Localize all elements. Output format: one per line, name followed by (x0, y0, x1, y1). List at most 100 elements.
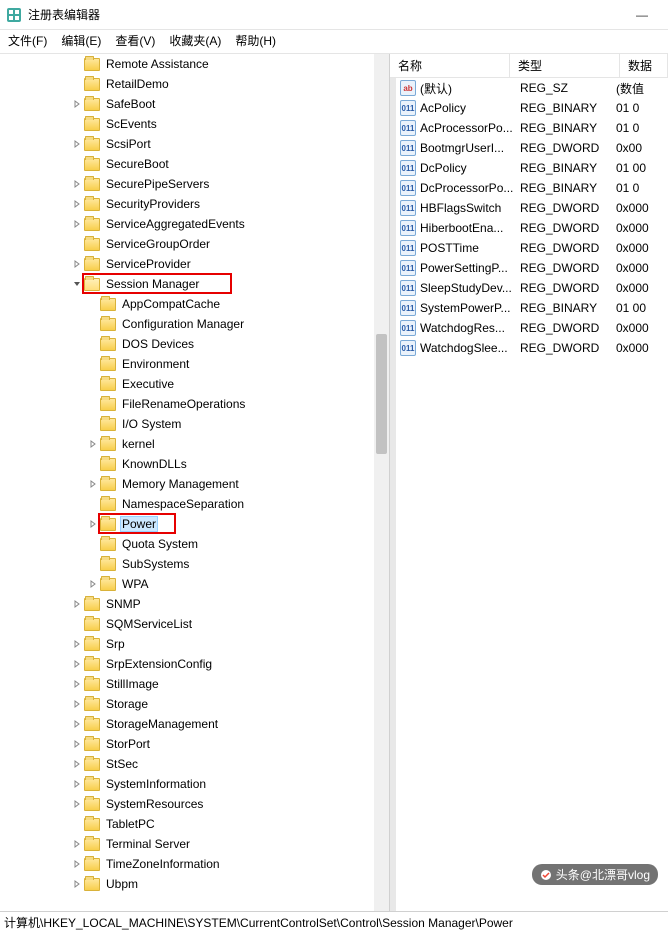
tree-item[interactable]: Srp (0, 634, 388, 654)
tree-item[interactable]: FileRenameOperations (0, 394, 388, 414)
tree-item[interactable]: StorageManagement (0, 714, 388, 734)
menu-view[interactable]: 查看(V) (115, 32, 155, 49)
chevron-right-icon[interactable] (70, 197, 84, 211)
tree-item[interactable]: AppCompatCache (0, 294, 388, 314)
folder-icon (84, 718, 100, 731)
list-row[interactable]: 011HiberbootEna...REG_DWORD0x000 (396, 218, 668, 238)
minimize-button[interactable]: — (622, 0, 662, 30)
tree-panel[interactable]: Remote AssistanceRetailDemoSafeBoot ScEve… (0, 54, 390, 911)
tree-item[interactable]: Power (0, 514, 388, 534)
tree-item[interactable]: Executive (0, 374, 388, 394)
tree-item[interactable]: SubSystems (0, 554, 388, 574)
chevron-right-icon[interactable] (70, 837, 84, 851)
chevron-right-icon[interactable] (70, 877, 84, 891)
list-row[interactable]: 011BootmgrUserI...REG_DWORD0x00 (396, 138, 668, 158)
chevron-right-icon[interactable] (70, 257, 84, 271)
list-row[interactable]: 011DcPolicyREG_BINARY01 00 (396, 158, 668, 178)
tree-item[interactable]: WPA (0, 574, 388, 594)
folder-icon (84, 758, 100, 771)
chevron-right-icon[interactable] (70, 857, 84, 871)
tree-item[interactable]: kernel (0, 434, 388, 454)
tree-item[interactable]: SystemInformation (0, 774, 388, 794)
chevron-right-icon[interactable] (70, 177, 84, 191)
menu-favorites[interactable]: 收藏夹(A) (169, 32, 221, 49)
tree-item[interactable]: Storage (0, 694, 388, 714)
tree-item-label: SubSystems (120, 556, 191, 572)
tree-item[interactable]: SafeBoot (0, 94, 388, 114)
chevron-right-icon[interactable] (70, 717, 84, 731)
tree-item[interactable]: ServiceProvider (0, 254, 388, 274)
tree-item[interactable]: ScsiPort (0, 134, 388, 154)
list-row[interactable]: 011PowerSettingP...REG_DWORD0x000 (396, 258, 668, 278)
tree-item[interactable]: Session Manager (0, 274, 388, 294)
tree-item[interactable]: Remote Assistance (0, 54, 388, 74)
chevron-down-icon[interactable] (70, 277, 84, 291)
list-row[interactable]: 011SystemPowerP...REG_BINARY01 00 (396, 298, 668, 318)
tree-item[interactable]: Environment (0, 354, 388, 374)
tree-item-label: SrpExtensionConfig (104, 656, 214, 672)
tree-scrollbar[interactable] (374, 54, 389, 911)
chevron-right-icon[interactable] (70, 697, 84, 711)
tree-item[interactable]: SecurePipeServers (0, 174, 388, 194)
list-row[interactable]: 011AcProcessorPo...REG_BINARY01 0 (396, 118, 668, 138)
list-row[interactable]: 011WatchdogSlee...REG_DWORD0x000 (396, 338, 668, 358)
chevron-right-icon[interactable] (70, 637, 84, 651)
col-data[interactable]: 数据 (620, 54, 668, 77)
list-panel[interactable]: 名称 类型 数据 ab(默认)REG_SZ(数值011AcPolicyREG_B… (390, 54, 668, 911)
chevron-right-icon[interactable] (70, 137, 84, 151)
tree-item[interactable]: SQMServiceList (0, 614, 388, 634)
tree-item-label: Srp (104, 636, 127, 652)
tree-item[interactable]: Quota System (0, 534, 388, 554)
tree-item[interactable]: Configuration Manager (0, 314, 388, 334)
chevron-right-icon[interactable] (86, 577, 100, 591)
chevron-right-icon[interactable] (86, 437, 100, 451)
tree-item[interactable]: StSec (0, 754, 388, 774)
list-row[interactable]: 011AcPolicyREG_BINARY01 0 (396, 98, 668, 118)
chevron-right-icon[interactable] (70, 657, 84, 671)
chevron-right-icon[interactable] (86, 477, 100, 491)
chevron-right-icon[interactable] (70, 677, 84, 691)
tree-item[interactable]: TimeZoneInformation (0, 854, 388, 874)
chevron-right-icon[interactable] (70, 797, 84, 811)
tree-item[interactable]: SNMP (0, 594, 388, 614)
tree-item[interactable]: DOS Devices (0, 334, 388, 354)
list-row[interactable]: 011SleepStudyDev...REG_DWORD0x000 (396, 278, 668, 298)
menu-edit[interactable]: 编辑(E) (61, 32, 101, 49)
tree-item[interactable]: SecurityProviders (0, 194, 388, 214)
tree-item[interactable]: I/O System (0, 414, 388, 434)
tree-item[interactable]: Terminal Server (0, 834, 388, 854)
tree-item[interactable]: ScEvents (0, 114, 388, 134)
list-row[interactable]: 011POSTTimeREG_DWORD0x000 (396, 238, 668, 258)
col-type[interactable]: 类型 (510, 54, 620, 77)
tree-item[interactable]: KnownDLLs (0, 454, 388, 474)
list-row[interactable]: 011HBFlagsSwitchREG_DWORD0x000 (396, 198, 668, 218)
tree-item[interactable]: SecureBoot (0, 154, 388, 174)
tree-item[interactable]: RetailDemo (0, 74, 388, 94)
chevron-right-icon[interactable] (70, 777, 84, 791)
tree-item[interactable]: ServiceAggregatedEvents (0, 214, 388, 234)
tree-item[interactable]: TabletPC (0, 814, 388, 834)
col-name[interactable]: 名称 (390, 54, 510, 77)
chevron-right-icon[interactable] (70, 737, 84, 751)
tree-item[interactable]: Ubpm (0, 874, 388, 894)
menu-help[interactable]: 帮助(H) (235, 32, 276, 49)
chevron-right-icon[interactable] (70, 757, 84, 771)
list-row[interactable]: 011DcProcessorPo...REG_BINARY01 0 (396, 178, 668, 198)
tree-item[interactable]: SystemResources (0, 794, 388, 814)
tree-item[interactable]: NamespaceSeparation (0, 494, 388, 514)
chevron-right-icon[interactable] (70, 97, 84, 111)
tree-item[interactable]: StorPort (0, 734, 388, 754)
tree-item-label: ScEvents (104, 116, 159, 132)
watermark: 头条@北漂哥vlog (532, 864, 658, 885)
tree-item[interactable]: Memory Management (0, 474, 388, 494)
list-row[interactable]: 011WatchdogRes...REG_DWORD0x000 (396, 318, 668, 338)
chevron-right-icon[interactable] (86, 517, 100, 531)
tree-item[interactable]: SrpExtensionConfig (0, 654, 388, 674)
list-row[interactable]: ab(默认)REG_SZ(数值 (396, 78, 668, 98)
tree-scrollbar-thumb[interactable] (376, 334, 387, 454)
tree-item[interactable]: ServiceGroupOrder (0, 234, 388, 254)
tree-item[interactable]: StillImage (0, 674, 388, 694)
menu-file[interactable]: 文件(F) (8, 32, 47, 49)
chevron-right-icon[interactable] (70, 597, 84, 611)
chevron-right-icon[interactable] (70, 217, 84, 231)
